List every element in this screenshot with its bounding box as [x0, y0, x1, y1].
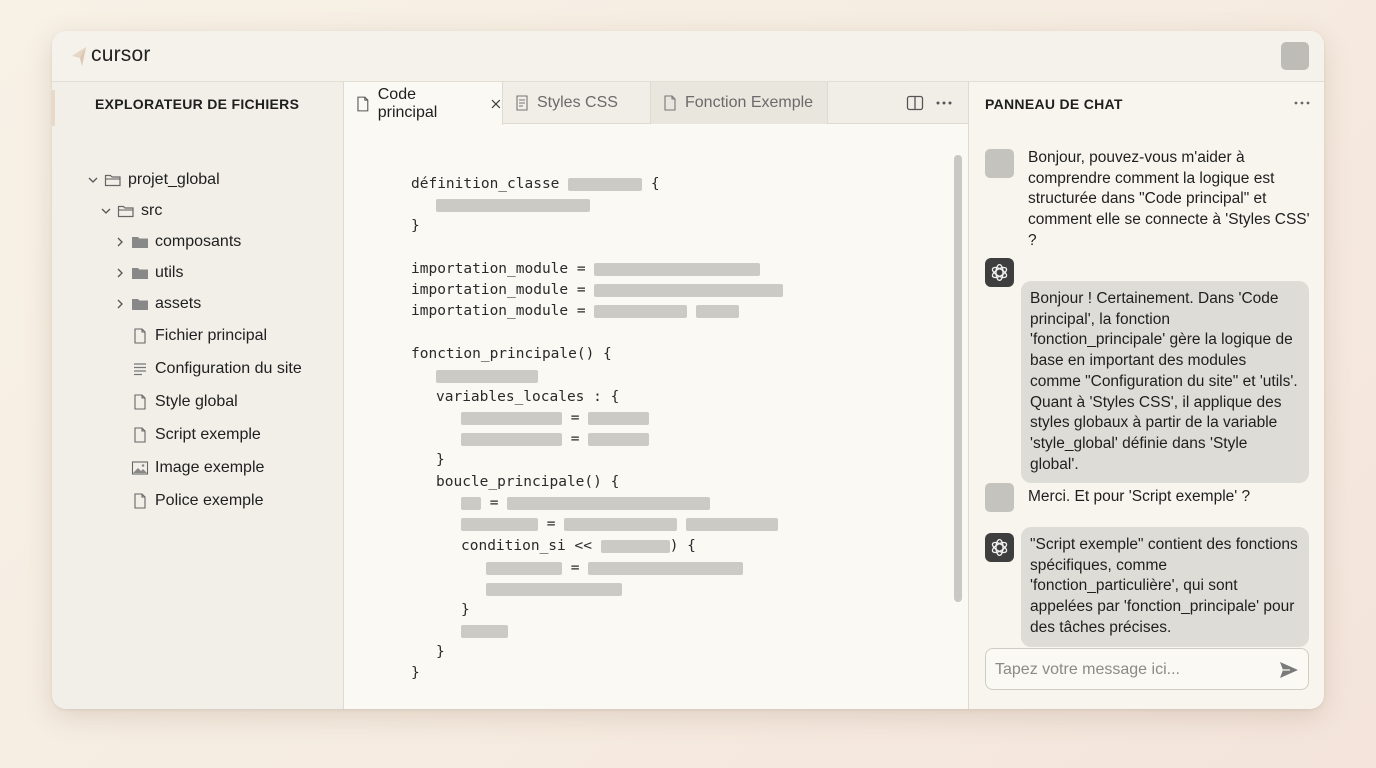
user-message: Merci. Et pour 'Script exemple' ?: [1028, 488, 1251, 505]
tree-item-style-global[interactable]: Style global: [131, 391, 238, 413]
file-explorer: EXPLORATEUR DE FICHIERS projet_global sr…: [52, 82, 344, 709]
assistant-message: "Script exemple" contient des fonctions …: [1021, 527, 1309, 647]
code-line: =: [486, 558, 744, 578]
file-icon: [357, 96, 369, 111]
assistant-avatar: [985, 258, 1014, 287]
tree-item-label: projet_global: [128, 171, 220, 188]
code-line: importation_module =: [411, 301, 740, 321]
explorer-header: EXPLORATEUR DE FICHIERS: [95, 96, 300, 112]
code-line: =: [461, 514, 778, 534]
folder-icon: [132, 237, 148, 248]
code-line: variables_locales : {: [436, 389, 620, 405]
split-editor-icon[interactable]: [906, 95, 924, 111]
code-line: [461, 621, 508, 641]
openai-logo-icon: [991, 263, 1008, 282]
tree-item-fichier-principal[interactable]: Fichier principal: [131, 325, 267, 347]
tab-label: Code principal: [377, 85, 438, 121]
tab-fonction-exemple[interactable]: Fonction Exemple: [651, 82, 828, 124]
tree-item-projet-global[interactable]: projet_global: [86, 169, 220, 191]
code-line: }: [436, 452, 445, 468]
folder-open-icon: [117, 205, 134, 218]
cursor-logo-icon: [72, 47, 86, 66]
file-icon: [134, 394, 146, 410]
chevron-right-icon: [117, 268, 123, 278]
folder-icon: [132, 268, 148, 279]
code-line: importation_module =: [411, 259, 761, 279]
code-line: importation_module =: [411, 280, 784, 300]
assistant-message: Bonjour ! Certainement. Dans 'Code princ…: [1021, 281, 1309, 484]
chevron-right-icon: [117, 237, 123, 247]
chevron-down-icon: [88, 177, 98, 183]
tree-item-label: composants: [155, 233, 242, 250]
file-icon: [134, 427, 146, 443]
window-control-button[interactable]: [1281, 42, 1309, 70]
more-options-icon[interactable]: [1293, 98, 1311, 108]
code-line: [436, 366, 538, 386]
code-line: condition_si << ) {: [461, 538, 696, 554]
tree-item-configuration-du-site[interactable]: Configuration du site: [131, 358, 302, 380]
tree-item-police-exemple[interactable]: Police exemple: [131, 490, 264, 512]
tab-bar: Code principal Styles CSS Fonction Exemp…: [344, 82, 968, 125]
app-window: cursor EXPLORATEUR DE FICHIERS projet_gl…: [52, 31, 1324, 709]
app-title: cursor: [91, 43, 151, 66]
code-line: fonction_principale() {: [411, 346, 612, 362]
user-avatar: [985, 483, 1014, 512]
tree-item-label: Script exemple: [155, 426, 261, 443]
code-line: }: [461, 602, 470, 618]
code-line: définition_classe {: [411, 176, 660, 192]
folder-open-icon: [104, 174, 121, 187]
file-icon: [664, 95, 676, 111]
close-icon[interactable]: [490, 98, 502, 110]
code-line: =: [461, 408, 650, 428]
code-line: [486, 579, 622, 599]
lines-file-icon: [134, 363, 146, 376]
chat-header: PANNEAU DE CHAT: [985, 96, 1123, 112]
code-line: }: [411, 218, 420, 234]
tree-item-script-exemple[interactable]: Script exemple: [131, 424, 261, 446]
tree-item-utils[interactable]: utils: [113, 262, 183, 284]
chat-input-box[interactable]: [985, 648, 1309, 690]
tree-item-label: src: [141, 202, 163, 219]
more-options-icon[interactable]: [935, 95, 953, 111]
tab-label: Styles CSS: [537, 94, 618, 111]
file-icon: [134, 493, 146, 509]
tree-item-composants[interactable]: composants: [113, 231, 241, 253]
code-line: =: [461, 429, 650, 449]
editor-scrollbar[interactable]: [954, 155, 962, 602]
tree-item-label: Style global: [155, 393, 238, 410]
code-line: boucle_principale() {: [436, 474, 620, 490]
code-line: }: [436, 644, 445, 660]
tab-code-principal[interactable]: Code principal: [344, 82, 503, 125]
code-line: [436, 195, 590, 215]
tree-item-label: assets: [155, 295, 202, 312]
sidebar-accent: [52, 90, 55, 126]
send-icon[interactable]: [1278, 660, 1300, 680]
tree-item-assets[interactable]: assets: [113, 293, 201, 315]
title-bar: cursor: [52, 31, 1324, 82]
code-editor: Code principal Styles CSS Fonction Exemp…: [344, 82, 968, 709]
tree-item-label: Configuration du site: [155, 360, 302, 377]
tab-label: Fonction Exemple: [685, 94, 814, 111]
tree-item-label: Police exemple: [155, 492, 264, 509]
user-avatar: [985, 149, 1014, 178]
code-line: =: [461, 493, 711, 513]
user-message: Bonjour, pouvez-vous m'aider à comprendr…: [1028, 149, 1310, 249]
openai-logo-icon: [991, 538, 1008, 557]
tree-item-label: Fichier principal: [155, 327, 268, 344]
tree-item-image-exemple[interactable]: Image exemple: [131, 457, 264, 479]
tree-item-src[interactable]: src: [99, 200, 162, 222]
image-icon: [131, 461, 149, 475]
chevron-down-icon: [101, 208, 111, 214]
chevron-right-icon: [117, 299, 123, 309]
chat-panel: PANNEAU DE CHAT Bonjour, pouvez-vous m'a…: [968, 82, 1324, 709]
chat-message-input[interactable]: [995, 658, 1265, 682]
css-file-icon: [516, 95, 528, 111]
file-icon: [134, 328, 146, 344]
code-line: }: [411, 665, 420, 681]
tree-item-label: Image exemple: [155, 459, 265, 476]
tree-item-label: utils: [155, 264, 184, 281]
assistant-avatar: [985, 533, 1014, 562]
tab-styles-css[interactable]: Styles CSS: [503, 82, 651, 124]
folder-icon: [132, 299, 148, 310]
